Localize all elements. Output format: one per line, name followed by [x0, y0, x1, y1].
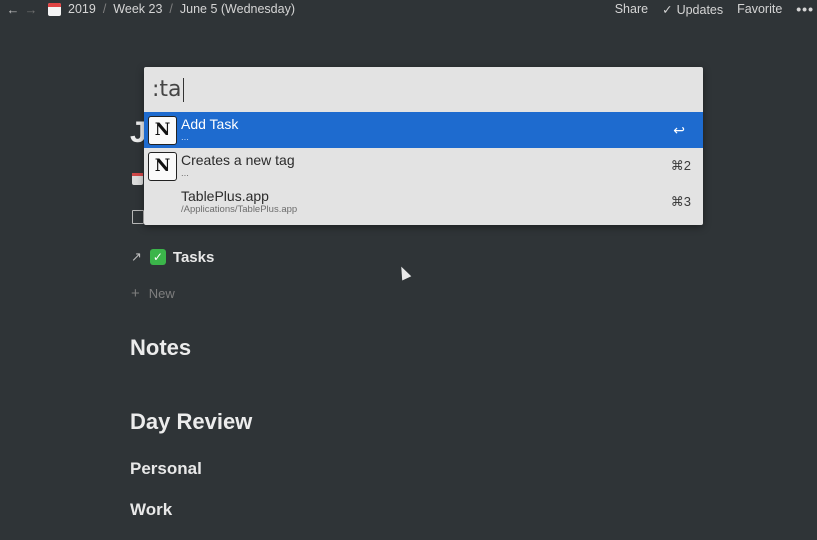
shortcut-hint: ⌘2	[670, 158, 691, 173]
result-title: TablePlus.app	[181, 188, 269, 204]
result-title: Add Task	[181, 116, 239, 132]
calendar-icon	[48, 2, 61, 16]
launcher-result-add-task[interactable]: N Add Task ... ↩	[144, 112, 703, 148]
notion-icon: N	[148, 151, 177, 181]
tasks-link[interactable]: ↗ ✓ Tasks	[131, 247, 214, 267]
link-arrow-icon: ↗	[131, 249, 142, 264]
calendar-property-icon	[132, 173, 143, 185]
launcher-search-input[interactable]: :ta	[144, 67, 703, 112]
favorite-button[interactable]: Favorite	[737, 2, 782, 16]
breadcrumb-day[interactable]: June 5 (Wednesday)	[180, 2, 295, 16]
launcher-panel: :ta N Add Task ... ↩ N Creates a new tag…	[144, 67, 703, 225]
heading-personal: Personal	[130, 459, 202, 478]
page-property-icon	[132, 210, 144, 224]
more-icon[interactable]: •••	[796, 1, 814, 17]
updates-button[interactable]: ✓ Updates	[662, 2, 723, 17]
share-button[interactable]: Share	[615, 2, 648, 16]
tasks-label: Tasks	[172, 248, 215, 266]
heading-work: Work	[130, 500, 173, 519]
result-texts: TablePlus.app /Applications/TablePlus.ap…	[181, 188, 297, 216]
page: ← → 2019 / Week 23 / June 5 (Wednesday) …	[0, 0, 817, 540]
new-button[interactable]: + New	[131, 285, 175, 302]
breadcrumb-separator: /	[102, 2, 107, 16]
result-subtitle: ...	[181, 132, 189, 143]
return-key-icon: ↩	[673, 121, 685, 138]
launcher-result-new-tag[interactable]: N Creates a new tag ... ⌘2	[144, 148, 703, 184]
topbar: ← → 2019 / Week 23 / June 5 (Wednesday) …	[0, 0, 817, 18]
result-texts: Add Task ...	[181, 116, 238, 144]
launcher-result-tableplus[interactable]: TablePlus.app /Applications/TablePlus.ap…	[144, 184, 703, 220]
check-icon: ✓	[662, 2, 673, 17]
breadcrumb-year[interactable]: 2019	[68, 2, 96, 16]
topbar-actions: Share ✓ Updates Favorite •••	[615, 0, 817, 18]
mouse-cursor-icon	[396, 264, 412, 281]
notion-icon: N	[148, 115, 177, 145]
new-label: New	[148, 286, 175, 301]
breadcrumb-separator: /	[169, 2, 173, 16]
heading-notes: Notes	[130, 335, 192, 360]
shortcut-hint: ⌘3	[670, 194, 691, 209]
launcher-query: :ta	[152, 77, 182, 102]
result-subtitle: /Applications/TablePlus.app	[181, 204, 298, 215]
heading-day-review: Day Review	[130, 409, 253, 434]
updates-label: Updates	[676, 2, 724, 17]
back-arrow-icon[interactable]: ←	[5, 0, 21, 18]
plus-icon: +	[131, 285, 140, 302]
text-caret	[182, 77, 184, 102]
result-texts: Creates a new tag ...	[181, 152, 295, 180]
breadcrumb-week[interactable]: Week 23	[113, 2, 162, 16]
forward-arrow-icon[interactable]: →	[23, 0, 39, 18]
check-mark-icon: ✓	[149, 249, 166, 265]
result-title: Creates a new tag	[181, 152, 295, 168]
app-placeholder-icon	[148, 188, 177, 217]
result-subtitle: ...	[181, 168, 189, 179]
